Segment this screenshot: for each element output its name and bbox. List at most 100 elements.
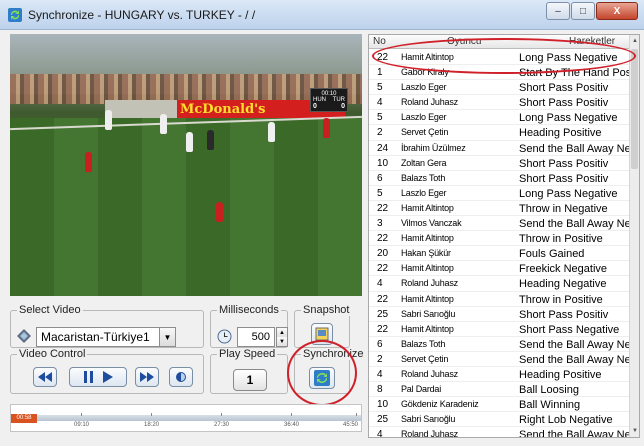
disc-icon — [17, 329, 31, 343]
select-video-group: Select Video Macaristan-Türkiye1 ▼ — [10, 304, 204, 348]
row-player: İbrahim Üzülmez — [401, 142, 466, 153]
scoreboard-home-score: 0 — [313, 103, 317, 110]
table-row[interactable]: 25 Sabri Sarıoğlu Right Lob Negative — [369, 412, 631, 428]
maximize-button[interactable]: □ — [571, 2, 595, 20]
row-player: Balazs Toth — [401, 338, 446, 349]
chevron-down-icon[interactable]: ▼ — [159, 328, 175, 346]
title-bar: Synchronize - HUNGARY vs. TURKEY - / / –… — [0, 0, 644, 30]
row-number: 3 — [377, 218, 383, 230]
table-row[interactable]: 4 Roland Juhasz Short Pass Positiv — [369, 95, 631, 111]
scroll-up-icon[interactable]: ▲ — [630, 35, 639, 47]
table-row[interactable]: 5 Laszlo Eger Long Pass Negative — [369, 110, 631, 126]
table-row[interactable]: 22 Hamit Altintop Throw in Positive — [369, 231, 631, 247]
row-action: Fouls Gained — [519, 248, 585, 261]
scroll-thumb[interactable] — [631, 49, 638, 169]
row-number: 6 — [377, 172, 383, 184]
play-speed-button[interactable]: 1 — [233, 369, 267, 391]
player — [268, 122, 275, 142]
timeline-slider[interactable]: 00:58 09:10 18:20 27:30 36:40 45:50 — [10, 404, 362, 432]
table-row[interactable]: 22 Hamit Altintop Freekick Negative — [369, 261, 631, 277]
close-button[interactable]: X — [596, 2, 638, 20]
table-row[interactable]: 25 Sabri Sarıoğlu Short Pass Positiv — [369, 307, 631, 322]
table-row[interactable]: 22 Hamit Altintop Short Pass Negative — [369, 322, 631, 337]
milliseconds-input[interactable]: 500 — [237, 327, 275, 347]
row-player: Zoltan Gera — [401, 157, 447, 168]
table-row[interactable]: 4 Roland Juhasz Heading Positive — [369, 367, 631, 383]
player — [105, 110, 112, 130]
row-player: Laszlo Eger — [401, 112, 447, 123]
row-number: 22 — [377, 233, 389, 245]
fast-forward-icon — [140, 372, 154, 382]
video-select[interactable]: Macaristan-Türkiye1 ▼ — [36, 327, 176, 347]
fast-forward-button[interactable] — [135, 367, 159, 387]
stepper-up-icon[interactable]: ▲ — [277, 328, 287, 337]
row-player: Hamit Altintop — [401, 323, 454, 334]
table-row[interactable]: 4 Roland Juhasz Heading Negative — [369, 276, 631, 292]
column-header-no[interactable]: No — [373, 36, 386, 47]
row-player: Balazs Toth — [401, 172, 446, 183]
row-player: Roland Juhasz — [401, 278, 458, 289]
speaker-icon — [176, 372, 186, 382]
table-scrollbar[interactable]: ▲ ▼ — [629, 35, 639, 437]
table-row[interactable]: 4 Roland Juhasz Send the Ball Away Ne — [369, 427, 631, 438]
row-action: Short Pass Positiv — [519, 172, 609, 185]
table-row[interactable]: 3 Vilmos Vanczak Send the Ball Away Ne — [369, 216, 631, 232]
row-action: Long Pass Negative — [519, 187, 618, 200]
row-player: Hamit Altintop — [401, 293, 454, 304]
video-player[interactable]: McDonald's 00:10 HUN TUR 00 — [10, 34, 362, 296]
table-row[interactable]: 8 Pal Dardai Ball Loosing — [369, 382, 631, 398]
table-row[interactable]: 2 Servet Çetin Heading Positive — [369, 125, 631, 141]
row-player: Hamit Altintop — [401, 263, 454, 274]
row-number: 4 — [377, 429, 383, 438]
highlight-row-circle — [372, 38, 636, 74]
row-action: Ball Winning — [519, 399, 581, 412]
row-number: 22 — [377, 263, 389, 275]
table-row[interactable]: 5 Laszlo Eger Short Pass Positiv — [369, 80, 631, 96]
highlight-circle — [287, 340, 357, 406]
table-row[interactable]: 5 Laszlo Eger Long Pass Negative — [369, 186, 631, 201]
row-number: 5 — [377, 82, 383, 94]
table-row[interactable]: 20 Hakan Şükür Fouls Gained — [369, 246, 631, 262]
table-row[interactable]: 6 Balazs Toth Send the Ball Away Ne — [369, 337, 631, 352]
timeline-tick: 45:50 — [343, 422, 359, 428]
row-number: 8 — [377, 384, 383, 396]
snapshot-icon — [315, 327, 329, 341]
table-row[interactable]: 2 Servet Çetin Send the Ball Away Ne — [369, 352, 631, 367]
table-body: 22 Hamit Altintop Long Pass Negative 1 Gabor… — [369, 50, 631, 438]
table-row[interactable]: 24 İbrahim Üzülmez Send the Ball Away Ne — [369, 141, 631, 156]
video-select-value: Macaristan-Türkiye1 — [41, 330, 150, 344]
video-control-label: Video Control — [17, 348, 88, 360]
row-action: Short Pass Positiv — [519, 157, 609, 170]
scoreboard: 00:10 HUN TUR 00 — [310, 88, 348, 112]
table-row[interactable]: 22 Hamit Altintop Throw in Positive — [369, 292, 631, 307]
table-row[interactable]: 6 Balazs Toth Short Pass Positiv — [369, 171, 631, 186]
player — [85, 152, 92, 172]
pause-play-button[interactable] — [69, 367, 127, 387]
row-number: 5 — [377, 187, 383, 199]
table-row[interactable]: 10 Gökdeniz Karadeniz Ball Winning — [369, 397, 631, 413]
row-number: 4 — [377, 278, 383, 290]
stepper-down-icon[interactable]: ▼ — [277, 337, 287, 346]
table-row[interactable]: 22 Hamit Altintop Throw in Negative — [369, 201, 631, 217]
row-player: Roland Juhasz — [401, 429, 458, 438]
row-player: Roland Juhasz — [401, 368, 458, 379]
row-action: Heading Positive — [519, 127, 602, 140]
row-number: 20 — [377, 248, 389, 260]
timeline-tick: 27:30 — [214, 422, 230, 428]
scroll-down-icon[interactable]: ▼ — [630, 425, 639, 437]
row-player: Laszlo Eger — [401, 187, 447, 198]
milliseconds-label: Milliseconds — [217, 304, 281, 316]
rewind-button[interactable] — [33, 367, 57, 387]
volume-button[interactable] — [169, 367, 193, 387]
row-player: Hakan Şükür — [401, 248, 451, 259]
row-player: Roland Juhasz — [401, 97, 458, 108]
row-number: 24 — [377, 142, 389, 154]
row-player: Pal Dardai — [401, 384, 442, 395]
play-speed-group: Play Speed 1 — [210, 348, 288, 394]
table-row[interactable]: 10 Zoltan Gera Short Pass Positiv — [369, 156, 631, 171]
row-number: 2 — [377, 127, 383, 139]
row-player: Vilmos Vanczak — [401, 218, 462, 229]
milliseconds-stepper[interactable]: ▲ ▼ — [276, 327, 288, 347]
minimize-button[interactable]: – — [546, 2, 570, 20]
timeline-thumb[interactable]: 00:58 — [11, 414, 37, 423]
